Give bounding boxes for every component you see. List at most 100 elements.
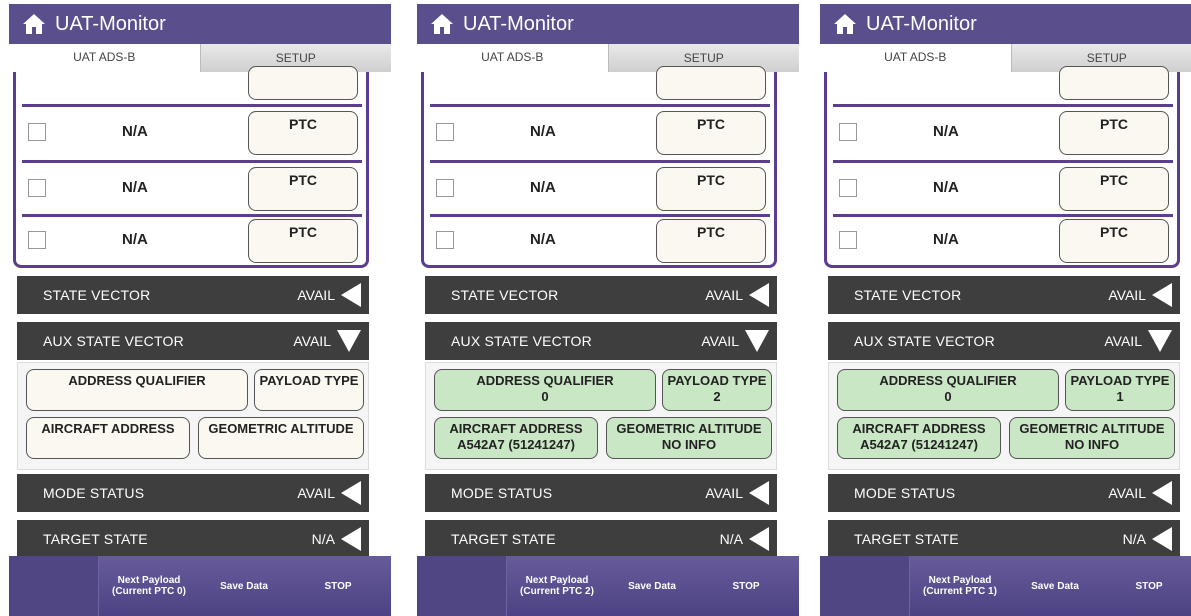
field-label: PAYLOAD TYPE (1070, 373, 1170, 388)
row-checkbox[interactable] (28, 179, 46, 197)
ptc-button[interactable]: PTC (656, 219, 766, 263)
stop-button[interactable]: STOP (1104, 581, 1191, 592)
list-item: N/A PTC (827, 163, 1177, 215)
section-label: MODE STATUS (854, 485, 956, 501)
home-icon[interactable] (17, 4, 51, 44)
title-bar: UAT-Monitor (820, 4, 1191, 44)
aircraft-address-field: AIRCRAFT ADDRESS (26, 417, 190, 459)
section-label: STATE VECTOR (854, 287, 962, 303)
row-checkbox[interactable] (839, 179, 857, 197)
section-label: TARGET STATE (451, 531, 556, 547)
ptc-button-partial[interactable] (656, 66, 766, 100)
expand-arrow-icon[interactable] (341, 527, 361, 551)
section-aux-state-vector[interactable]: AUX STATE VECTOR AVAIL (17, 322, 369, 360)
row-checkbox[interactable] (436, 231, 454, 249)
field-value: 1 (1116, 389, 1124, 404)
section-target-state[interactable]: TARGET STATE N/A (828, 520, 1180, 558)
field-label: ADDRESS QUALIFIER (476, 373, 614, 388)
home-icon[interactable] (425, 4, 459, 44)
section-status: N/A (311, 531, 335, 547)
ptc-button[interactable]: PTC (656, 111, 766, 155)
aircraft-address-field: AIRCRAFT ADDRESS A542A7 (51241247) (434, 417, 598, 459)
stop-button[interactable]: STOP (701, 581, 791, 592)
section-status: N/A (1122, 531, 1146, 547)
expand-arrow-icon[interactable] (749, 527, 769, 551)
row-checkbox[interactable] (436, 123, 454, 141)
collapse-arrow-icon[interactable] (337, 330, 361, 352)
section-mode-status[interactable]: MODE STATUS AVAIL (17, 474, 369, 512)
section-label: TARGET STATE (854, 531, 959, 547)
expand-arrow-icon[interactable] (1152, 481, 1172, 505)
next-payload-button[interactable]: Next Payload (Current PTC 1) (910, 575, 1010, 597)
save-data-button[interactable]: Save Data (199, 581, 289, 592)
aircraft-address-field: AIRCRAFT ADDRESS A542A7 (51241247) (837, 417, 1001, 459)
next-payload-button[interactable]: Next Payload (Current PTC 0) (99, 575, 199, 597)
content-area: N/A PTC N/A PTC N/A PTC STATE VECTOR AVA… (417, 66, 799, 558)
expand-arrow-icon[interactable] (341, 481, 361, 505)
section-target-state[interactable]: TARGET STATE N/A (425, 520, 777, 558)
row-checkbox[interactable] (839, 231, 857, 249)
uat-monitor-screen: UAT-Monitor UAT ADS-B SETUP N/A PTC N/A … (820, 0, 1191, 616)
ptc-button[interactable]: PTC (248, 167, 358, 211)
expand-arrow-icon[interactable] (341, 283, 361, 307)
ptc-button[interactable]: PTC (1059, 167, 1169, 211)
address-qualifier-field: ADDRESS QUALIFIER (26, 369, 248, 411)
tab-uat-ads-b[interactable]: UAT ADS-B (820, 44, 1011, 72)
section-mode-status[interactable]: MODE STATUS AVAIL (425, 474, 777, 512)
field-value: 0 (944, 389, 952, 404)
row-checkbox[interactable] (28, 123, 46, 141)
section-state-vector[interactable]: STATE VECTOR AVAIL (17, 276, 369, 314)
ptc-button[interactable]: PTC (248, 219, 358, 263)
field-value: A542A7 (51241247) (860, 437, 978, 452)
row-checkbox[interactable] (28, 231, 46, 249)
section-state-vector[interactable]: STATE VECTOR AVAIL (425, 276, 777, 314)
expand-arrow-icon[interactable] (1152, 527, 1172, 551)
section-state-vector[interactable]: STATE VECTOR AVAIL (828, 276, 1180, 314)
geometric-altitude-field: GEOMETRIC ALTITUDE NO INFO (606, 417, 772, 459)
bottom-action-bar: Next Payload (Current PTC 0) Save Data S… (9, 556, 391, 616)
row-checkbox[interactable] (436, 179, 454, 197)
ptc-button[interactable]: PTC (1059, 219, 1169, 263)
section-status: N/A (719, 531, 743, 547)
section-aux-state-vector[interactable]: AUX STATE VECTOR AVAIL (425, 322, 777, 360)
address-qualifier-field: ADDRESS QUALIFIER 0 (837, 369, 1059, 411)
collapse-arrow-icon[interactable] (1148, 330, 1172, 352)
section-status: AVAIL (705, 287, 743, 303)
next-payload-button[interactable]: Next Payload (Current PTC 2) (507, 575, 607, 597)
title-bar: UAT-Monitor (9, 4, 391, 44)
address-qualifier-field: ADDRESS QUALIFIER 0 (434, 369, 656, 411)
current-ptc-label: (Current PTC 1) (923, 586, 997, 597)
section-status: AVAIL (297, 485, 335, 501)
section-status: AVAIL (297, 287, 335, 303)
save-data-button[interactable]: Save Data (607, 581, 697, 592)
row-checkbox[interactable] (839, 123, 857, 141)
expand-arrow-icon[interactable] (749, 481, 769, 505)
section-mode-status[interactable]: MODE STATUS AVAIL (828, 474, 1180, 512)
section-target-state[interactable]: TARGET STATE N/A (17, 520, 369, 558)
section-status: AVAIL (1108, 485, 1146, 501)
payload-list[interactable]: N/A PTC N/A PTC N/A PTC (824, 66, 1180, 268)
list-item: N/A PTC (424, 217, 774, 269)
collapse-arrow-icon[interactable] (745, 330, 769, 352)
ptc-button[interactable]: PTC (656, 167, 766, 211)
app-title: UAT-Monitor (866, 12, 977, 35)
save-data-button[interactable]: Save Data (1010, 581, 1100, 592)
aux-state-vector-details: ADDRESS QUALIFIER 0 PAYLOAD TYPE 2 AIRCR… (425, 362, 777, 470)
tab-uat-ads-b[interactable]: UAT ADS-B (9, 44, 200, 72)
home-icon[interactable] (828, 4, 862, 44)
current-ptc-label: (Current PTC 0) (112, 586, 186, 597)
expand-arrow-icon[interactable] (1152, 283, 1172, 307)
ptc-button[interactable]: PTC (1059, 111, 1169, 155)
field-label: GEOMETRIC ALTITUDE (616, 421, 762, 436)
ptc-button[interactable]: PTC (248, 111, 358, 155)
payload-list[interactable]: N/A PTC N/A PTC N/A PTC (13, 66, 369, 268)
row-value: N/A (933, 179, 959, 196)
section-aux-state-vector[interactable]: AUX STATE VECTOR AVAIL (828, 322, 1180, 360)
ptc-button-partial[interactable] (248, 66, 358, 100)
stop-button[interactable]: STOP (293, 581, 383, 592)
payload-list[interactable]: N/A PTC N/A PTC N/A PTC (421, 66, 777, 269)
content-area: N/A PTC N/A PTC N/A PTC STATE VECTOR AVA… (820, 66, 1191, 558)
ptc-button-partial[interactable] (1059, 66, 1169, 100)
tab-uat-ads-b[interactable]: UAT ADS-B (417, 44, 608, 72)
expand-arrow-icon[interactable] (749, 283, 769, 307)
